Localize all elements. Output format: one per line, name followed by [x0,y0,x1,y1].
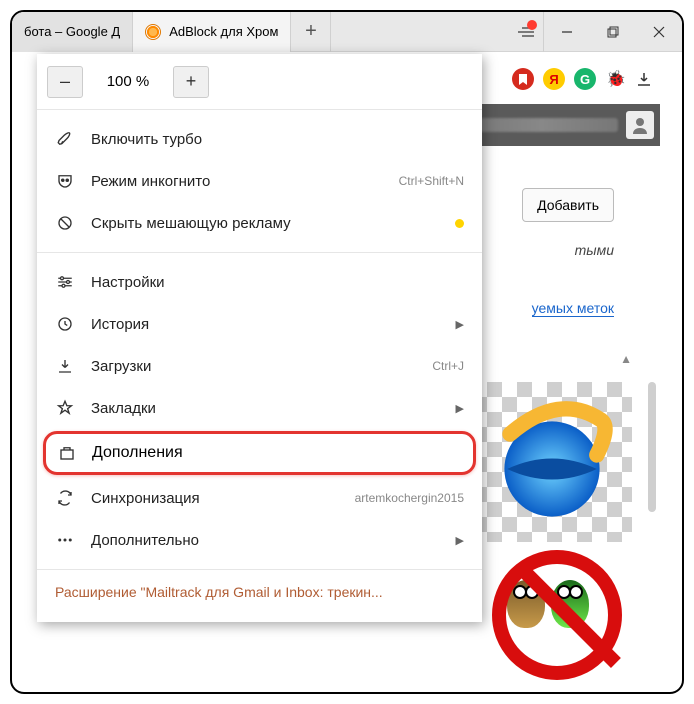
user-bar [460,104,660,146]
titlebar: бота – Google Д AdBlock для Хром + [12,12,682,52]
rocket-icon [55,130,75,148]
menu-downloads[interactable]: Загрузки Ctrl+J [37,345,482,387]
menu-label: Настройки [91,274,464,291]
extension-bar: Я G 🐞 [512,68,660,90]
zoom-out-button[interactable]: – [47,66,83,98]
menu-label: Синхронизация [91,490,339,507]
tab-label: бота – Google Д [24,24,120,39]
menu-shortcut: Ctrl+Shift+N [399,174,464,188]
downloads-button[interactable] [636,71,660,87]
user-avatar-icon[interactable] [626,111,654,139]
menu-bookmarks[interactable]: Закладки ▶ [37,387,482,429]
zoom-in-button[interactable]: + [173,66,209,98]
sliders-icon [55,273,75,291]
clock-icon [55,315,75,333]
no-entry-icon [492,550,622,680]
sync-account: artemkochergin2015 [355,491,464,505]
menu-label: Скрыть мешающую рекламу [91,215,439,232]
main-menu-dropdown: – 100 % + Включить турбо Режим инкогнито… [37,54,482,622]
close-icon [653,26,665,38]
menu-incognito[interactable]: Режим инкогнито Ctrl+Shift+N [37,160,482,202]
tab-label: AdBlock для Хром [169,24,278,39]
new-tab-button[interactable]: + [291,12,331,52]
minimize-button[interactable] [544,12,590,52]
menu-hide-ads[interactable]: Скрыть мешающую рекламу [37,202,482,244]
extension-icon[interactable]: 🐞 [605,68,627,90]
maximize-icon [607,26,619,38]
extension-icon[interactable] [512,68,534,90]
close-button[interactable] [636,12,682,52]
menu-more[interactable]: Дополнительно ▶ [37,519,482,561]
page-text-fragment: тыми [575,242,614,258]
menu-settings[interactable]: Настройки [37,261,482,303]
menu-label: Дополнения [92,444,183,462]
add-button[interactable]: Добавить [522,188,614,222]
mask-icon [55,172,75,190]
chevron-right-icon: ▶ [456,534,464,547]
block-icon [55,214,75,232]
extension-icon[interactable]: G [574,68,596,90]
menu-label: Режим инкогнито [91,173,383,190]
menu-label: Загрузки [91,358,416,375]
page-image-area [472,382,632,690]
menu-sync[interactable]: Синхронизация artemkochergin2015 [37,477,482,519]
status-dot-icon [455,219,464,228]
transparent-checker-bg [472,382,632,542]
browser-tab-2[interactable]: AdBlock для Хром [133,12,291,52]
menu-label: Дополнительно [91,532,440,549]
menu-notice[interactable]: Расширение "Mailtrack для Gmail и Inbox:… [37,570,482,622]
minimize-icon [561,26,573,38]
ie-logo-icon [482,392,622,532]
page-link-fragment[interactable]: уемых меток [532,300,614,317]
username-blurred [466,118,618,132]
menu-addons[interactable]: Дополнения [43,431,476,475]
sync-icon [55,489,75,507]
menu-history[interactable]: История ▶ [37,303,482,345]
menu-label: Закладки [91,400,440,417]
menu-label: История [91,316,440,333]
favicon-icon [145,24,161,40]
browser-tab-1[interactable]: бота – Google Д [12,12,133,52]
scrollbar-thumb[interactable] [648,382,656,512]
chevron-right-icon: ▶ [456,402,464,415]
zoom-row: – 100 % + [37,54,482,110]
addon-icon [58,444,76,462]
chevron-right-icon: ▶ [456,318,464,331]
menu-turbo[interactable]: Включить турбо [37,118,482,160]
menu-label: Включить турбо [91,131,464,148]
more-icon [55,531,75,549]
notification-dot-icon [527,20,537,30]
scroll-up-arrow-icon[interactable]: ▲ [620,352,632,366]
maximize-button[interactable] [590,12,636,52]
extension-icon[interactable]: Я [543,68,565,90]
forbidden-image [472,550,632,690]
star-icon [55,399,75,417]
zoom-value: 100 % [83,73,173,90]
menu-shortcut: Ctrl+J [432,359,464,373]
download-icon [55,357,75,375]
main-menu-button[interactable] [508,12,544,52]
download-icon [636,71,652,87]
